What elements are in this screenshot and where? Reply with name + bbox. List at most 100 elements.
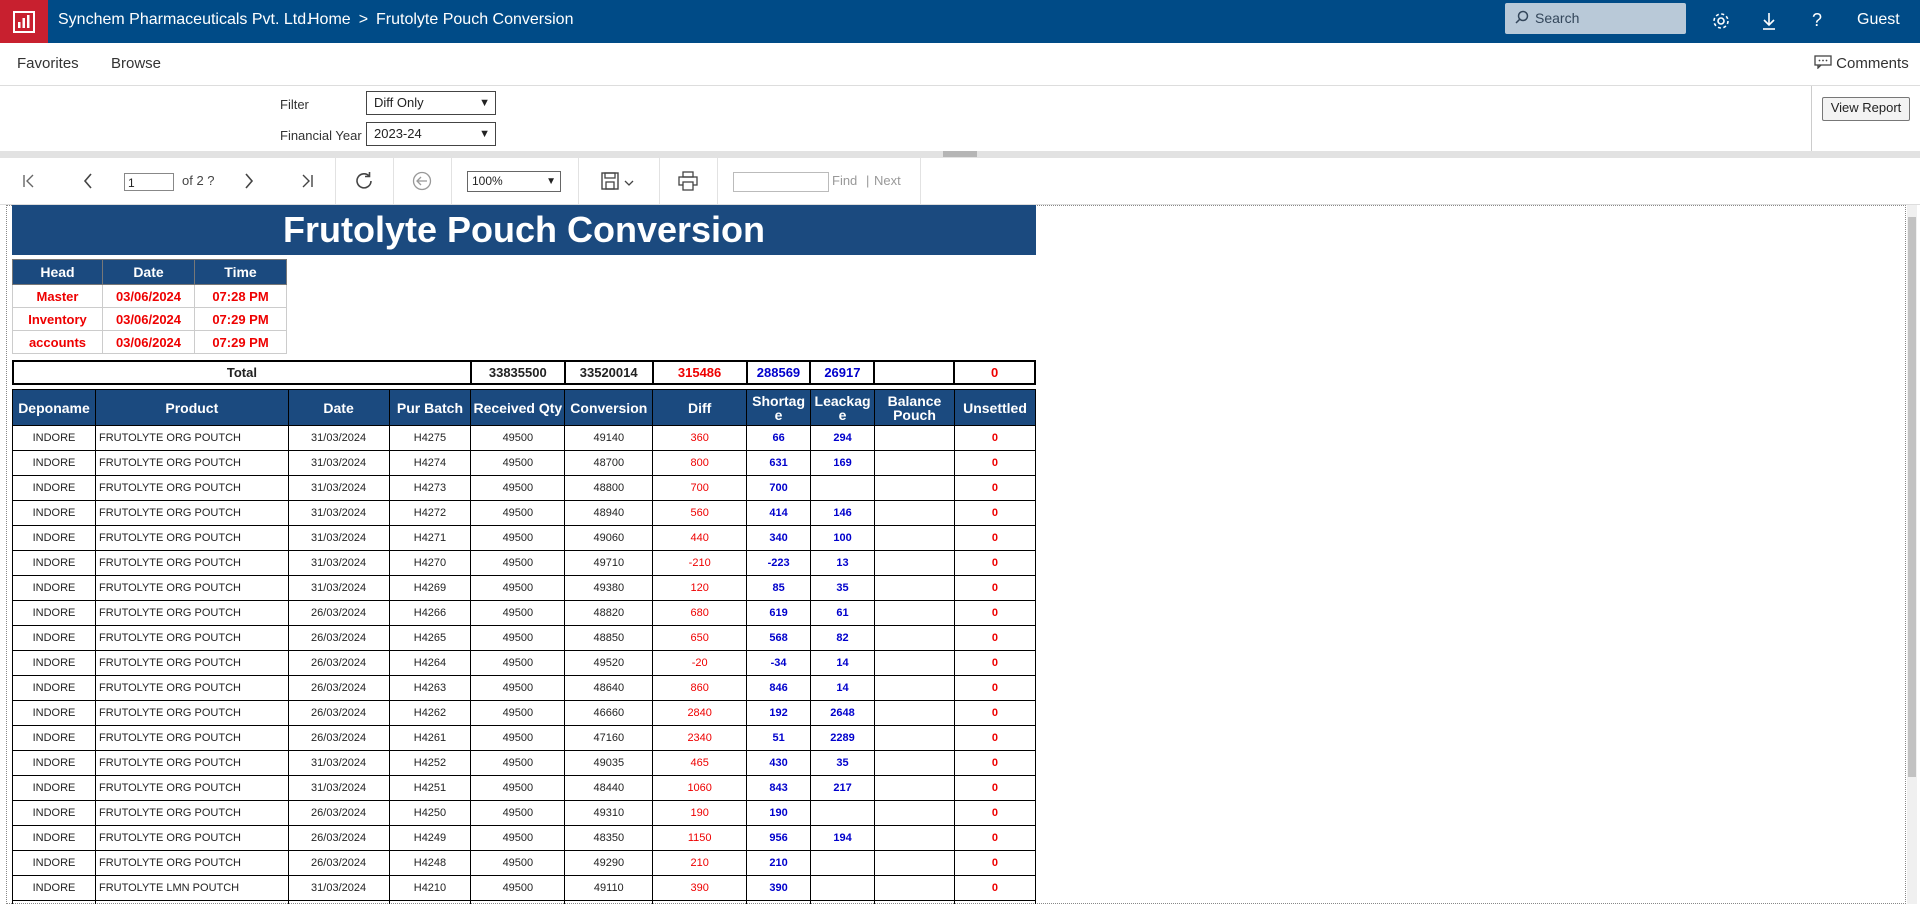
cell-diff: 680 (652, 600, 748, 626)
cell-leakage (810, 850, 876, 876)
cell-shortage: 414 (746, 500, 812, 526)
cell-conversion: 48440 (564, 775, 654, 801)
cell-diff: 120 (652, 575, 748, 601)
col-received-qty: Received Qty (470, 389, 566, 426)
comments-button[interactable]: Comments (1814, 43, 1909, 85)
cell-depo: INDORE (12, 675, 96, 701)
total-balance (873, 360, 956, 385)
col-shortage: Shortag e (746, 389, 812, 426)
cell-batch: H4273 (388, 475, 472, 501)
last-page-icon[interactable] (292, 158, 322, 204)
cell-diff: 390 (652, 875, 748, 901)
cell-diff: 2840 (652, 700, 748, 726)
cell-conversion: 48800 (564, 475, 654, 501)
brand-name[interactable]: Synchem Pharmaceuticals Pvt. Ltd. (58, 0, 311, 43)
back-icon[interactable] (407, 158, 437, 204)
export-icon[interactable] (596, 158, 642, 204)
cell-product: FRUTOLYTE ORG POUTCH (94, 750, 289, 776)
vertical-scrollbar[interactable] (1907, 205, 1917, 904)
cell-product: FRUTOLYTE ORG POUTCH (94, 850, 289, 876)
find-next-button[interactable]: Next (874, 158, 901, 204)
table-row: INDORE FRUTOLYTE ORG POUTCH 31/03/2024 H427… (12, 475, 1037, 501)
favorites-link[interactable]: Favorites (17, 43, 79, 85)
help-icon[interactable]: ? (1802, 0, 1832, 43)
filter-select[interactable]: Diff Only ▼ (366, 91, 496, 115)
toolbar-divider (451, 158, 452, 204)
toolbar-divider (717, 158, 718, 204)
find-button[interactable]: Find (832, 158, 857, 204)
cell-unsettled: 0 (953, 525, 1037, 551)
cell-conversion: 48700 (564, 450, 654, 476)
col-conversion: Conversion (564, 389, 654, 426)
cell-product: FRUTOLYTE ORG POUTCH (94, 600, 289, 626)
table-row: INDORE FRUTOLYTE ORG POUTCH 26/03/2024 H426… (12, 725, 1037, 751)
cell-unsettled: 0 (953, 475, 1037, 501)
cell-received (470, 900, 566, 904)
cell-balance (874, 875, 955, 901)
col-diff: Diff (652, 389, 748, 426)
cell-received: 49500 (470, 625, 566, 651)
collapse-handle-icon[interactable] (943, 151, 977, 157)
filter-value: Diff Only (374, 95, 424, 110)
comment-icon (1814, 55, 1832, 70)
cell-conversion: 49310 (564, 800, 654, 826)
cell-received: 49500 (470, 725, 566, 751)
cell-shortage: 956 (746, 825, 812, 851)
financial-year-select[interactable]: 2023-24 ▼ (366, 122, 496, 146)
cell-date: 26/03/2024 (287, 700, 390, 726)
logo-icon[interactable] (0, 0, 48, 43)
comments-label: Comments (1836, 55, 1909, 72)
chevron-down-icon: ▼ (479, 97, 490, 109)
page-number-input[interactable]: 1 (124, 173, 174, 191)
cell-depo: INDORE (12, 775, 96, 801)
cell-product: FRUTOLYTE ORG POUTCH (94, 525, 289, 551)
table-row: INDORE FRUTOLYTE ORG POUTCH 26/03/2024 H424… (12, 850, 1037, 876)
refresh-icon[interactable] (349, 158, 379, 204)
first-page-icon[interactable] (14, 158, 44, 204)
print-icon[interactable] (673, 158, 703, 204)
user-menu[interactable]: Guest (1857, 0, 1900, 43)
breadcrumb-home[interactable]: Home (308, 0, 351, 43)
search-input[interactable]: Search (1505, 3, 1686, 34)
cell-date: 31/03/2024 (287, 775, 390, 801)
zoom-select[interactable]: 100% ▼ (467, 171, 561, 192)
cell-depo: INDORE (12, 475, 96, 501)
refresh-info-table: Head Date Time Master 03/06/2024 07:28 P… (12, 259, 287, 354)
meta-row: accounts 03/06/2024 07:29 PM (12, 330, 287, 354)
previous-page-icon[interactable] (73, 158, 103, 204)
cell-diff: 800 (652, 450, 748, 476)
total-conversion: 33520014 (563, 360, 654, 385)
browse-link[interactable]: Browse (111, 43, 161, 85)
cell-product: FRUTOLYTE ORG POUTCH (94, 575, 289, 601)
col-pur-batch: Pur Batch (388, 389, 472, 426)
cell-conversion: 49380 (564, 575, 654, 601)
download-icon[interactable] (1754, 0, 1784, 43)
cell-balance (874, 675, 955, 701)
scrollbar-thumb[interactable] (1908, 217, 1916, 777)
find-input[interactable] (733, 172, 829, 192)
meta-head: Inventory (12, 307, 103, 331)
cell-depo: INDORE (12, 725, 96, 751)
cell-product: FRUTOLYTE ORG POUTCH (94, 500, 289, 526)
cell-balance (874, 450, 955, 476)
gear-icon[interactable] (1706, 0, 1736, 43)
cell-shortage: 190 (746, 800, 812, 826)
cell-diff: 650 (652, 625, 748, 651)
cell-received: 49500 (470, 425, 566, 451)
financial-year-value: 2023-24 (374, 126, 422, 141)
cell-shortage: 619 (746, 600, 812, 626)
search-placeholder: Search (1535, 10, 1580, 26)
panel-splitter[interactable] (0, 151, 1920, 158)
cell-shortage: -34 (746, 650, 812, 676)
cell-date: 31/03/2024 (287, 575, 390, 601)
cell-diff: 2340 (652, 725, 748, 751)
cell-product: FRUTOLYTE ORG POUTCH (94, 700, 289, 726)
table-row: INDORE FRUTOLYTE LMN POUTCH 31/03/2024 H421… (12, 875, 1037, 901)
cell-product: FRUTOLYTE ORG POUTCH (94, 825, 289, 851)
view-report-button[interactable]: View Report (1822, 97, 1910, 121)
next-page-icon[interactable] (234, 158, 264, 204)
cell-batch: H4251 (388, 775, 472, 801)
cell-conversion: 48820 (564, 600, 654, 626)
cell-balance (874, 850, 955, 876)
cell-product: FRUTOLYTE ORG POUTCH (94, 725, 289, 751)
